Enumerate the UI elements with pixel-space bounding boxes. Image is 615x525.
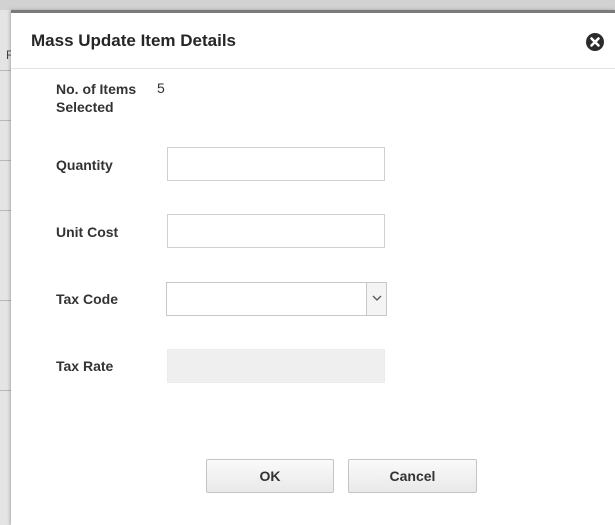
- items-selected-label-line1: No. of Items: [56, 81, 137, 97]
- dialog-header: Mass Update Item Details: [11, 13, 615, 69]
- unit-cost-input[interactable]: [167, 214, 385, 248]
- chevron-down-icon[interactable]: [366, 283, 386, 315]
- ok-button[interactable]: OK: [206, 459, 334, 493]
- dialog-title: Mass Update Item Details: [31, 31, 237, 50]
- tax-rate-field: [167, 349, 385, 383]
- tax-code-select[interactable]: [166, 282, 387, 316]
- close-icon[interactable]: [586, 33, 604, 51]
- tax-code-label: Tax Code: [56, 291, 118, 307]
- cancel-button[interactable]: Cancel: [348, 459, 477, 493]
- mass-update-dialog: Mass Update Item Details No. of Items Se…: [11, 10, 615, 525]
- tax-rate-label: Tax Rate: [56, 358, 114, 374]
- items-selected-value: 5: [157, 80, 165, 96]
- unit-cost-label: Unit Cost: [56, 224, 119, 240]
- quantity-input[interactable]: [167, 147, 385, 181]
- quantity-label: Quantity: [56, 157, 113, 173]
- items-selected-label-line2: Selected: [56, 99, 114, 115]
- items-selected-label: No. of Items Selected: [56, 80, 136, 116]
